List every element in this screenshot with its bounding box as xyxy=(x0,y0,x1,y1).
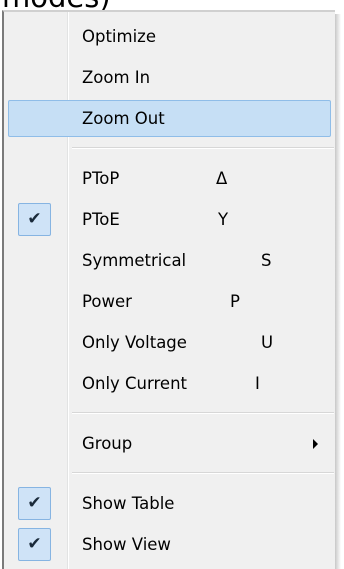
submenu-arrow-icon xyxy=(313,439,318,449)
menu-item-label: Only Voltage xyxy=(82,333,187,352)
menu-item-label: Zoom Out xyxy=(82,109,165,128)
menu-item-label: Symmetrical xyxy=(82,251,187,270)
menu-item-label: Only Current xyxy=(82,374,188,393)
menu-item-ptop[interactable]: PToP Δ xyxy=(8,160,331,197)
menu-item-show-view[interactable]: ✔ Show View xyxy=(8,526,331,563)
menu-item-ptoe[interactable]: ✔ PToE Y xyxy=(8,201,331,238)
menu-item-group[interactable]: Group xyxy=(8,425,331,462)
menu-item-label: Optimize xyxy=(82,27,156,46)
menu-item-shortcut: U xyxy=(261,333,274,352)
menu-item-only-voltage[interactable]: Only Voltage U xyxy=(8,324,331,361)
context-menu: Optimize Zoom In Zoom Out PToP Δ ✔ PToE … xyxy=(2,10,335,569)
menu-item-optimize[interactable]: Optimize xyxy=(8,18,331,55)
menu-item-shortcut: P xyxy=(230,292,240,311)
checkmark-icon: ✔ xyxy=(18,203,51,236)
menu-separator xyxy=(72,412,334,414)
menu-item-label: PToP xyxy=(82,169,120,188)
menu-item-shortcut: Y xyxy=(218,210,229,229)
menu-item-zoom-out[interactable]: Zoom Out xyxy=(8,100,331,137)
menu-item-show-table[interactable]: ✔ Show Table xyxy=(8,485,331,522)
menu-separator xyxy=(72,472,334,474)
menu-item-label: Group xyxy=(82,434,133,453)
menu-shadow xyxy=(335,14,341,569)
checkmark-icon: ✔ xyxy=(18,528,51,561)
menu-item-label: Show View xyxy=(82,535,171,554)
menu-item-shortcut: S xyxy=(261,251,272,270)
menu-item-shortcut: Δ xyxy=(216,169,228,188)
menu-item-label: Zoom In xyxy=(82,68,151,87)
menu-item-power[interactable]: Power P xyxy=(8,283,331,320)
menu-item-zoom-in[interactable]: Zoom In xyxy=(8,59,331,96)
menu-item-label: Power xyxy=(82,292,132,311)
menu-separator xyxy=(72,147,334,149)
menu-item-symmetrical[interactable]: Symmetrical S xyxy=(8,242,331,279)
menu-item-only-current[interactable]: Only Current I xyxy=(8,365,331,402)
menu-item-shortcut: I xyxy=(255,374,260,393)
menu-item-label: Show Table xyxy=(82,494,175,513)
checkmark-icon: ✔ xyxy=(18,487,51,520)
menu-item-label: PToE xyxy=(82,210,120,229)
